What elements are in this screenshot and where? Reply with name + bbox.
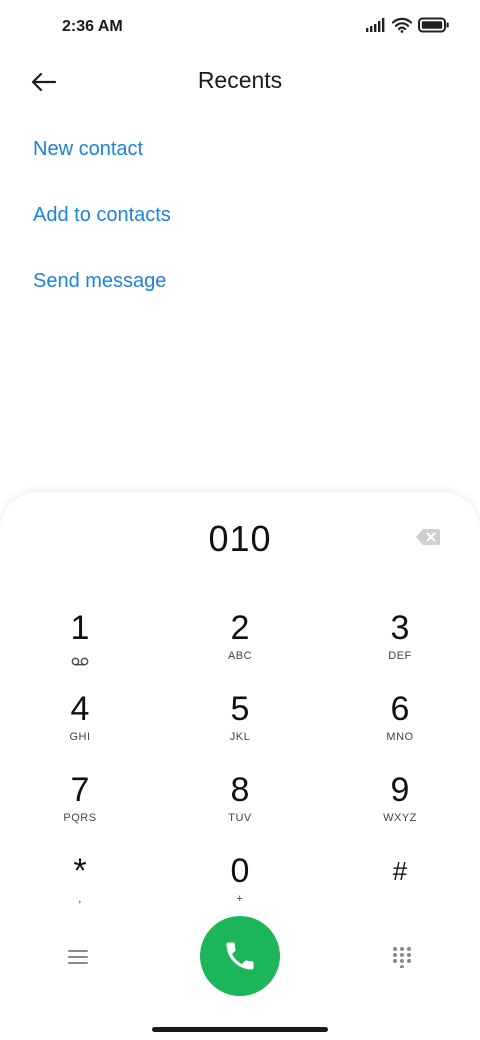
- key-digit: 1: [70, 609, 90, 647]
- add-to-contacts-link[interactable]: Add to contacts: [33, 204, 171, 227]
- key-letters: GHI: [69, 731, 91, 743]
- wifi-icon: [392, 17, 412, 33]
- key-letters: WXYZ: [383, 812, 417, 824]
- dial-key-3[interactable]: 3 DEF: [340, 608, 460, 682]
- key-letters: JKL: [229, 731, 251, 743]
- key-letters: ABC: [227, 650, 253, 662]
- menu-icon: [68, 950, 88, 964]
- dialed-number: 010: [208, 518, 272, 559]
- phone-icon: [226, 942, 254, 970]
- home-indicator[interactable]: [152, 1027, 328, 1032]
- dial-key-4[interactable]: 4 GHI: [20, 689, 140, 763]
- key-digit: 9: [390, 771, 410, 809]
- dial-key-6[interactable]: 6 MNO: [340, 689, 460, 763]
- key-letters: TUV: [228, 812, 252, 824]
- key-digit: 5: [230, 690, 250, 728]
- dial-key-5[interactable]: 5 JKL: [180, 689, 300, 763]
- battery-icon: [418, 17, 450, 33]
- dial-key-2[interactable]: 2 ABC: [180, 608, 300, 682]
- menu-button[interactable]: [58, 939, 98, 975]
- key-digit: 3: [390, 609, 410, 647]
- key-digit: 4: [70, 690, 90, 728]
- page-title: Recents: [197, 67, 283, 93]
- status-icons: [366, 17, 450, 33]
- key-letters: ,: [78, 893, 82, 905]
- dialpad-icon: [393, 947, 411, 968]
- dial-key-star[interactable]: * ,: [20, 851, 140, 925]
- key-digit: 0: [230, 852, 250, 890]
- new-contact-link[interactable]: New contact: [33, 138, 143, 161]
- dial-key-9[interactable]: 9 WXYZ: [340, 770, 460, 844]
- key-digit: 8: [230, 771, 250, 809]
- key-digit: 2: [230, 609, 250, 647]
- dialpad-sheet: 010 1 2 ABC 3 DEF 4 GHI 5 JKL 6 MNO 7 PQ…: [0, 492, 480, 1040]
- key-digit: 7: [70, 771, 90, 809]
- dial-key-0[interactable]: 0 +: [180, 851, 300, 925]
- key-digit: #: [392, 856, 408, 886]
- send-message-link[interactable]: Send message: [33, 270, 166, 293]
- key-digit: 6: [390, 690, 410, 728]
- dial-key-hash[interactable]: #: [340, 851, 460, 925]
- key-letters: +: [236, 893, 244, 905]
- dial-key-8[interactable]: 8 TUV: [180, 770, 300, 844]
- header: Recents: [0, 56, 480, 108]
- dialer-screen: 2:36 AM Recents New contact Add to conta…: [0, 0, 480, 1040]
- key-letters: PQRS: [63, 812, 97, 824]
- call-button[interactable]: [200, 916, 280, 996]
- key-letters: MNO: [386, 731, 414, 743]
- voicemail-icon: [71, 653, 89, 671]
- status-bar: 2:36 AM: [0, 0, 480, 56]
- dial-key-1[interactable]: 1: [20, 608, 140, 682]
- backspace-button[interactable]: [410, 522, 446, 552]
- key-letters: DEF: [388, 650, 412, 662]
- status-time: 2:36 AM: [62, 18, 123, 35]
- backspace-icon: [416, 529, 440, 545]
- dial-key-7[interactable]: 7 PQRS: [20, 770, 140, 844]
- signal-icon: [366, 18, 386, 32]
- keypad-toggle-button[interactable]: [382, 939, 422, 975]
- key-digit: *: [73, 852, 87, 890]
